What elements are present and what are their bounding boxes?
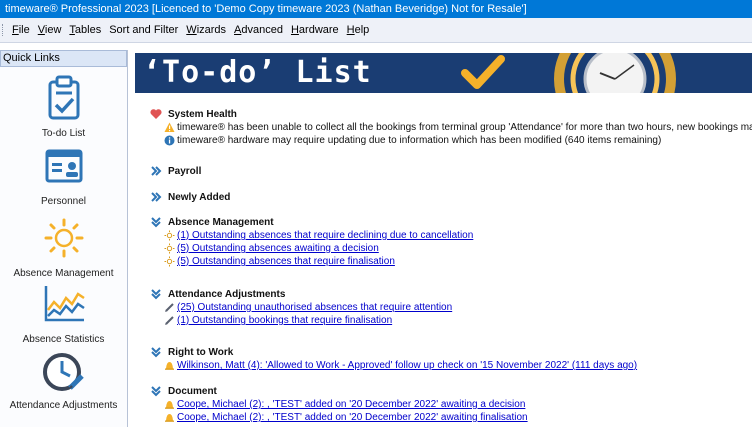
menu-bar: File View Tables Sort and Filter Wizards… <box>0 18 752 43</box>
section-header[interactable]: Payroll <box>150 164 752 178</box>
section-title: Attendance Adjustments <box>168 288 286 300</box>
window-title: timeware® Professional 2023 [Licenced to… <box>5 3 527 15</box>
section-absence-management: Absence Management (1) Outstanding absen… <box>150 215 752 268</box>
section-right-to-work: Right to Work Wilkinson, Matt (4): 'Allo… <box>150 345 752 372</box>
bell-icon <box>165 401 174 409</box>
section-system-health: System Health timeware® has been unable … <box>150 107 752 147</box>
quick-link-attendance-adjustments[interactable]: Attendance Adjustments <box>0 350 127 411</box>
list-item: Coope, Michael (2): , 'TEST' added on '2… <box>164 398 752 411</box>
sidebar-header: Quick Links <box>0 50 127 67</box>
section-title: Document <box>168 385 217 397</box>
sun-icon <box>164 243 175 254</box>
menu-file[interactable]: File <box>8 18 34 43</box>
quick-links-sidebar: Quick Links To-do List Personnel Absence… <box>0 50 128 427</box>
document-link-awaiting-decision[interactable]: Coope, Michael (2): , 'TEST' added on '2… <box>177 399 525 410</box>
section-title: Payroll <box>168 165 202 177</box>
quick-link-label: Absence Management <box>13 268 114 279</box>
section-header[interactable]: Newly Added <box>150 190 752 204</box>
page-title: ‘To-do’ List <box>143 55 372 90</box>
section-newly-added: Newly Added <box>150 190 752 204</box>
double-chevron-right-icon <box>151 192 162 202</box>
absence-link-declining[interactable]: (1) Outstanding absences that require de… <box>177 230 473 241</box>
quick-link-label: To-do List <box>41 128 86 139</box>
double-chevron-down-icon <box>151 386 161 397</box>
attendance-link-unauthorised[interactable]: (25) Outstanding unauthorised absences t… <box>177 302 452 313</box>
menu-sort-and-filter[interactable]: Sort and Filter <box>105 18 182 43</box>
section-header[interactable]: Document <box>150 384 752 398</box>
bell-icon <box>165 362 174 370</box>
list-item-text: timeware® hardware may require updating … <box>177 135 662 146</box>
section-title: Right to Work <box>168 346 234 358</box>
line-graph-icon <box>44 286 85 322</box>
list-item: Wilkinson, Matt (4): 'Allowed to Work - … <box>164 359 752 372</box>
sun-icon <box>164 230 175 241</box>
page-banner: ‘To-do’ List <box>135 53 752 93</box>
section-attendance-adjustments: Attendance Adjustments (25) Outstanding … <box>150 287 752 327</box>
menu-view[interactable]: View <box>34 18 66 43</box>
absence-link-awaiting-decision[interactable]: (5) Outstanding absences awaiting a deci… <box>177 243 379 254</box>
double-chevron-down-icon <box>151 347 161 358</box>
double-chevron-down-icon <box>151 289 161 300</box>
id-card-icon <box>45 149 82 183</box>
list-item: (25) Outstanding unauthorised absences t… <box>164 301 752 314</box>
window-title-bar: timeware® Professional 2023 [Licenced to… <box>0 0 752 18</box>
double-chevron-down-icon <box>151 217 161 228</box>
attendance-link-bookings[interactable]: (1) Outstanding bookings that require fi… <box>177 315 392 326</box>
section-payroll: Payroll <box>150 164 752 178</box>
menu-wizards[interactable]: Wizards <box>182 18 230 43</box>
sun-icon <box>164 256 175 267</box>
quick-link-absence-management[interactable]: Absence Management <box>0 218 127 279</box>
info-icon <box>164 135 175 146</box>
list-item: (5) Outstanding absences that require fi… <box>164 255 752 268</box>
menu-tables[interactable]: Tables <box>65 18 105 43</box>
document-link-awaiting-finalisation[interactable]: Coope, Michael (2): , 'TEST' added on '2… <box>177 412 528 423</box>
list-item: (5) Outstanding absences awaiting a deci… <box>164 242 752 255</box>
pencil-icon <box>165 316 174 325</box>
section-header[interactable]: Attendance Adjustments <box>150 287 752 301</box>
section-header[interactable]: Absence Management <box>150 215 752 229</box>
warning-icon <box>164 122 175 132</box>
right-to-work-link[interactable]: Wilkinson, Matt (4): 'Allowed to Work - … <box>177 360 637 371</box>
menu-advanced[interactable]: Advanced <box>230 18 287 43</box>
double-chevron-right-icon <box>151 166 162 176</box>
menu-hardware[interactable]: Hardware <box>287 18 343 43</box>
section-title: Absence Management <box>168 216 274 228</box>
quick-link-absence-statistics[interactable]: Absence Statistics <box>0 284 127 345</box>
section-document: Document Coope, Michael (2): , 'TEST' ad… <box>150 384 752 424</box>
list-item: (1) Outstanding absences that require de… <box>164 229 752 242</box>
sun-icon <box>44 218 83 258</box>
section-header[interactable]: System Health <box>150 107 752 121</box>
quick-link-label: Absence Statistics <box>22 334 105 345</box>
quick-link-personnel[interactable]: Personnel <box>0 148 127 207</box>
quick-link-to-do-list[interactable]: To-do List <box>0 74 127 139</box>
section-title: System Health <box>168 108 237 120</box>
clipboard-check-icon <box>48 75 79 120</box>
list-item: Coope, Michael (2): , 'TEST' added on '2… <box>164 411 752 424</box>
list-item: (1) Outstanding bookings that require fi… <box>164 314 752 327</box>
bell-icon <box>165 414 174 422</box>
absence-link-finalisation[interactable]: (5) Outstanding absences that require fi… <box>177 256 395 267</box>
list-item: timeware® hardware may require updating … <box>164 134 752 147</box>
heart-icon <box>150 109 162 119</box>
menu-grip-icon <box>2 24 5 36</box>
to-do-content: System Health timeware® has been unable … <box>150 103 752 427</box>
list-item-text: timeware® has been unable to collect all… <box>177 122 752 133</box>
section-header[interactable]: Right to Work <box>150 345 752 359</box>
quick-link-label: Attendance Adjustments <box>9 400 118 411</box>
pencil-icon <box>165 303 174 312</box>
menu-help[interactable]: Help <box>343 18 374 43</box>
quick-link-label: Personnel <box>40 196 87 207</box>
section-title: Newly Added <box>168 191 231 203</box>
list-item: timeware® has been unable to collect all… <box>164 121 752 134</box>
clock-pencil-icon <box>42 353 84 391</box>
